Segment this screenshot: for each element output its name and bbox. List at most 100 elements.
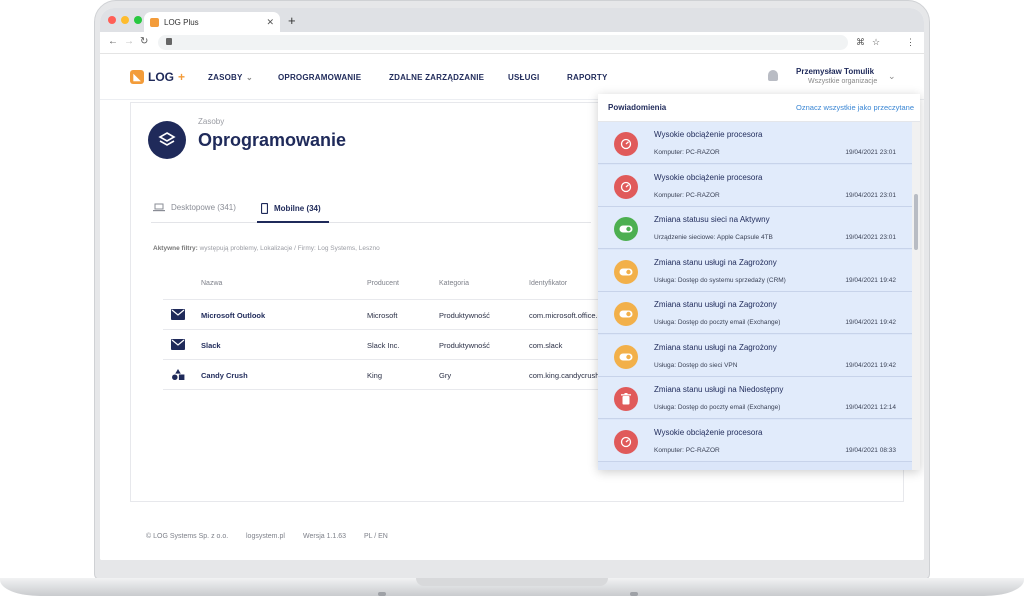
tab-mobile[interactable]: Mobilne (34) — [261, 203, 321, 214]
notification-date: 19/04/2021 23:01 — [845, 149, 896, 156]
notification-description: Urządzenie sieciowe: Apple Capsule 4TB — [654, 234, 773, 241]
table-divider — [163, 389, 603, 390]
column-header-name[interactable]: Nazwa — [201, 280, 222, 287]
mail-icon — [171, 339, 185, 350]
notification-date: 19/04/2021 08:33 — [845, 446, 896, 454]
browser-tab[interactable]: LOG Plus ✕ — [144, 12, 280, 32]
notification-item[interactable]: Wysokie obciążenie procesora Komputer: PC… — [598, 164, 912, 207]
table-row[interactable]: Microsoft Outlook Microsoft Produktywnoś… — [163, 299, 603, 329]
notification-description: Komputer: PC-RAZOR — [654, 446, 720, 454]
laptop-notch — [416, 578, 608, 586]
app-producer: King — [367, 371, 383, 380]
table-row[interactable]: Candy Crush King Gry com.king.candycrush… — [163, 359, 603, 389]
back-arrow-icon[interactable]: ← — [108, 36, 118, 47]
scrollbar[interactable] — [912, 122, 920, 470]
notification-date: 19/04/2021 23:01 — [845, 191, 896, 199]
notification-title: Wysokie obciążenie procesora — [654, 130, 763, 139]
notification-item[interactable]: Zmiana stanu usługi na Zagrożony Usługa: … — [598, 249, 912, 292]
notification-date: 19/04/2021 19:42 — [845, 361, 896, 369]
notification-description: Usługa: Dostęp do sieci VPN — [654, 361, 738, 369]
minimize-window-button[interactable] — [121, 16, 129, 24]
translate-icon[interactable]: ⌘ — [856, 37, 865, 48]
notifications-panel: Powiadomienia Oznacz wszystkie jako prze… — [598, 94, 920, 470]
app-name: Microsoft Outlook — [201, 311, 266, 320]
shapes-icon — [172, 369, 185, 380]
mark-all-read-link[interactable]: Oznacz wszystkie jako przeczytane — [796, 103, 914, 112]
bell-icon[interactable] — [768, 70, 778, 81]
active-tab-underline — [257, 221, 329, 223]
window-controls — [108, 16, 142, 24]
close-tab-icon[interactable]: ✕ — [266, 17, 274, 28]
user-name[interactable]: Przemysław Tomulik — [796, 67, 874, 76]
column-header-producer[interactable]: Producent — [367, 280, 399, 287]
notification-item[interactable]: Wysokie obciążenie procesora Komputer: PC… — [598, 419, 912, 462]
app-identifier: com.microsoft.office.o — [529, 311, 602, 320]
gauge-icon — [614, 429, 638, 454]
toggle-icon — [614, 259, 638, 284]
gauge-icon — [614, 174, 638, 199]
nav-oprogramowanie[interactable]: OPROGRAMOWANIE — [278, 73, 361, 82]
user-organization: Wszystkie organizacje — [808, 78, 878, 85]
notification-item[interactable]: Zmiana stanu usługi na Zagrożony Usługa: … — [598, 334, 912, 377]
notification-title: Zmiana stanu usługi na Zagrożony — [654, 257, 777, 267]
app-name: Candy Crush — [201, 371, 248, 380]
notification-item[interactable]: Zmiana statusu sieci na Aktywny Urządzeni… — [598, 207, 912, 249]
notification-item[interactable]: Zmiana stanu usługi na Niedostępny Usługa… — [598, 377, 912, 419]
chevron-down-icon[interactable]: ⌄ — [888, 71, 896, 82]
new-tab-button[interactable]: + — [288, 13, 296, 28]
nav-uslugi[interactable]: USŁUGI — [508, 73, 539, 82]
filters-label: Aktywne filtry: — [153, 245, 198, 252]
notification-description: Komputer: PC-RAZOR — [654, 149, 720, 156]
logo-plus: + — [178, 70, 186, 84]
notification-description: Usługa: Dostęp do poczty email (Exchange… — [654, 404, 781, 411]
logo-text: LOG — [148, 70, 174, 84]
app-identifier: com.king.candycrushs — [529, 371, 604, 380]
table-row[interactable]: Slack Slack Inc. Produktywność com.slack — [163, 329, 603, 359]
notification-item[interactable]: Wysokie obciążenie procesora Komputer: PC… — [598, 122, 912, 164]
url-input[interactable] — [158, 35, 848, 50]
notification-date: 19/04/2021 23:01 — [845, 234, 896, 241]
notification-item[interactable]: Zmiana stanu usługi na Zagrożony Usługa: … — [598, 292, 912, 334]
close-window-button[interactable] — [108, 16, 116, 24]
trash-icon — [614, 387, 638, 411]
logo[interactable]: ◣ LOG + — [130, 70, 185, 84]
app-producer: Slack Inc. — [367, 341, 400, 350]
forward-arrow-icon[interactable]: → — [124, 36, 134, 47]
breadcrumb[interactable]: Zasoby — [198, 117, 224, 126]
reload-icon[interactable]: ↻ — [140, 36, 148, 47]
notification-title: Zmiana stanu usługi na Zagrożony — [654, 342, 777, 352]
footer-site-link[interactable]: logsystem.pl — [246, 533, 285, 540]
browser-tabbar: LOG Plus ✕ + — [100, 8, 924, 32]
nav-zdalne-zarzadzanie[interactable]: ZDALNE ZARZĄDZANIE — [389, 73, 484, 82]
chevron-down-icon[interactable]: ⌄ — [246, 73, 253, 82]
laptop-foot — [378, 592, 386, 596]
column-header-category[interactable]: Kategoria — [439, 280, 469, 287]
scrollbar-thumb[interactable] — [914, 194, 918, 250]
notification-date: 19/04/2021 19:42 — [845, 319, 896, 326]
notification-date: 19/04/2021 19:42 — [845, 276, 896, 284]
notification-title: Zmiana stanu usługi na Niedostępny — [654, 385, 784, 394]
laptop-icon — [153, 203, 165, 212]
notifications-list: Wysokie obciążenie procesora Komputer: PC… — [598, 122, 912, 470]
maximize-window-button[interactable] — [134, 16, 142, 24]
tab-desktop[interactable]: Desktopowe (341) — [153, 203, 236, 212]
nav-raporty[interactable]: RAPORTY — [567, 73, 608, 82]
footer-language[interactable]: PL / EN — [364, 533, 388, 540]
phone-icon — [261, 203, 268, 214]
column-header-identifier[interactable]: Identyfikator — [529, 280, 567, 287]
notifications-header: Powiadomienia Oznacz wszystkie jako prze… — [598, 94, 920, 122]
tab-title: LOG Plus — [164, 17, 199, 27]
notification-description: Usługa: Dostęp do systemu sprzedaży (CRM… — [654, 276, 786, 284]
platform-tabs: Desktopowe (341) Mobilne (34) — [151, 195, 591, 223]
app-category: Produktywność — [439, 341, 490, 350]
menu-dots-icon[interactable]: ⋮ — [906, 37, 915, 48]
toggle-icon — [614, 344, 638, 369]
toggle-icon — [614, 217, 638, 241]
star-icon[interactable]: ☆ — [872, 37, 880, 48]
toggle-icon — [614, 302, 638, 326]
notification-title: Zmiana stanu usługi na Zagrożony — [654, 300, 777, 309]
notification-title: Wysokie obciążenie procesora — [654, 172, 763, 182]
nav-zasoby[interactable]: ZASOBY — [208, 73, 243, 82]
tab-mobile-label: Mobilne (34) — [274, 204, 321, 213]
app-producer: Microsoft — [367, 311, 398, 320]
